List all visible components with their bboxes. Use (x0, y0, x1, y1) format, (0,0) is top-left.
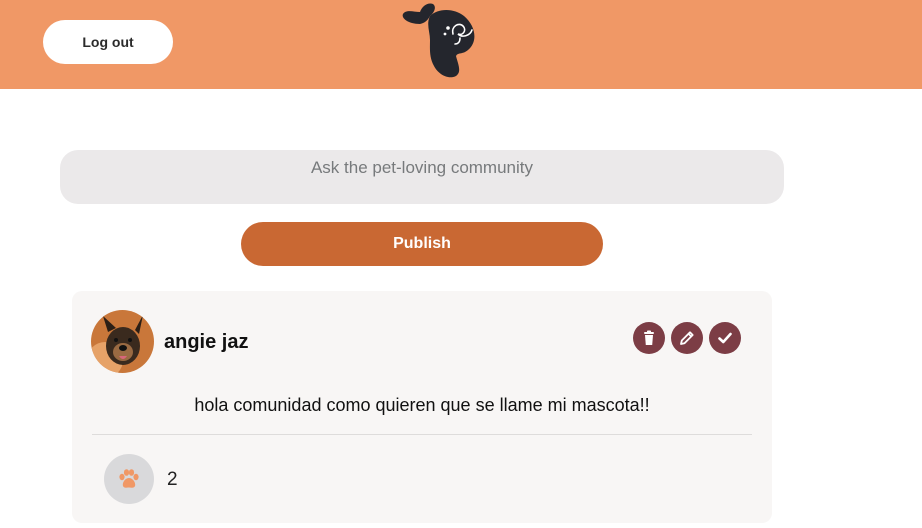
post-text: hola comunidad como quieren que se llame… (194, 395, 650, 415)
dog-avatar-icon (91, 310, 154, 373)
trash-icon (644, 330, 654, 345)
post-author-name: angie jaz (164, 331, 249, 353)
logout-button[interactable]: Log out (43, 20, 173, 64)
save-post-button[interactable] (709, 322, 741, 354)
like-count: 2 (167, 469, 178, 490)
pencil-icon (680, 331, 694, 345)
publish-button[interactable]: Publish (241, 222, 603, 266)
avatar (91, 310, 154, 373)
post-card: angie jaz hola comunidad como quieren qu… (72, 291, 772, 523)
dog-logo-icon[interactable] (400, 2, 482, 78)
delete-post-button[interactable] (633, 322, 665, 354)
like-button[interactable] (104, 454, 154, 504)
post-divider (92, 434, 752, 435)
top-header: Log out (0, 0, 922, 89)
ask-community-input[interactable] (60, 150, 784, 204)
edit-post-button[interactable] (671, 322, 703, 354)
check-icon (718, 332, 732, 344)
paw-icon (119, 469, 139, 488)
